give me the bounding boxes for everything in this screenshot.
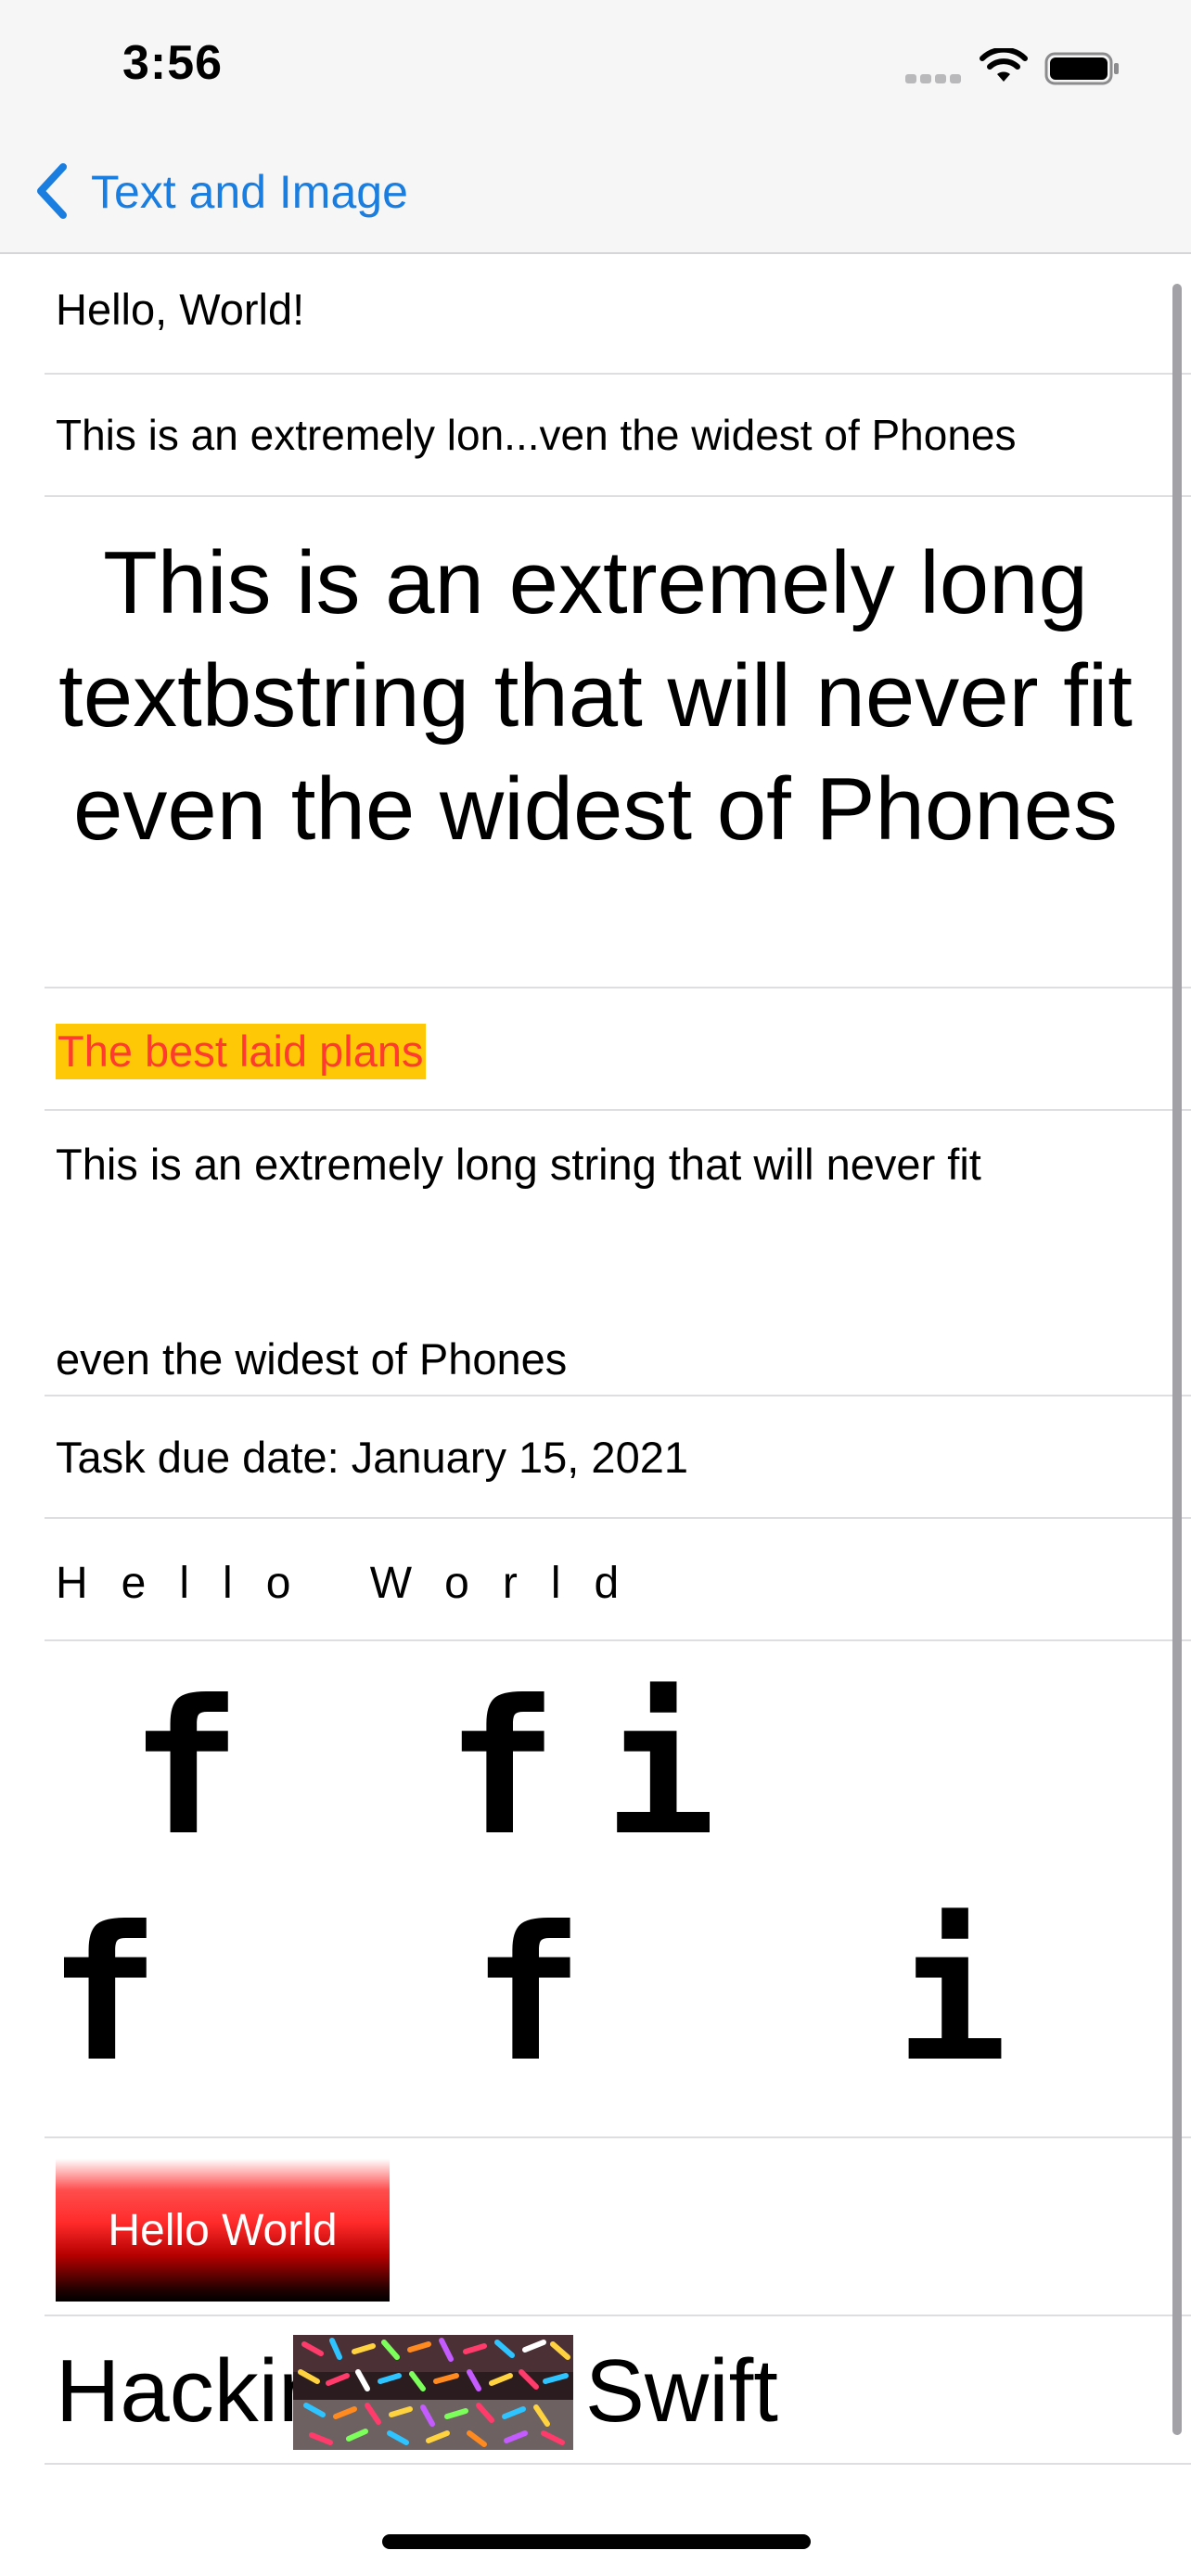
hello-text: Hello, World! bbox=[56, 285, 305, 334]
truncated-text: This is an extremely lon...ven the wides… bbox=[56, 411, 1017, 459]
battery-icon bbox=[1044, 52, 1119, 85]
list-row-large-text: This is an extremely long textbstring th… bbox=[0, 497, 1191, 988]
scroll-indicator[interactable] bbox=[1172, 284, 1182, 2435]
list-row-due-date: Task due date: January 15, 2021 bbox=[0, 1396, 1191, 1519]
content-list: Hello, World! This is an extremely lon..… bbox=[0, 256, 1191, 2465]
long-text-line-1: This is an extremely long string that wi… bbox=[56, 1140, 981, 1189]
gradient-label: Hello World bbox=[56, 2159, 390, 2302]
list-row-gradient: Hello World bbox=[0, 2138, 1191, 2316]
no-ligature-text: f f i bbox=[48, 1887, 1108, 2103]
list-row-truncated: This is an extremely lon...ven the wides… bbox=[0, 375, 1191, 497]
home-indicator[interactable] bbox=[382, 2534, 811, 2549]
chevron-left-icon[interactable] bbox=[33, 161, 70, 221]
sprinkles-image bbox=[293, 2335, 573, 2450]
highlighted-text: The best laid plans bbox=[56, 1024, 426, 1079]
due-date-text: Task due date: January 15, 2021 bbox=[56, 1433, 688, 1482]
long-text-line-2: even the widest of Phones bbox=[56, 1334, 568, 1384]
list-row-hacking-with-swift: Hacking with Swift bbox=[0, 2316, 1191, 2465]
list-row-long-text: This is an extremely long string that wi… bbox=[0, 1111, 1191, 1396]
screen: 3:56 Text and Image Hello, World! This i… bbox=[0, 0, 1191, 2576]
cellular-signal-icon bbox=[905, 70, 963, 83]
ligature-text: f fi bbox=[130, 1661, 762, 1877]
large-centered-text: This is an extremely long textbstring th… bbox=[58, 533, 1133, 859]
list-row-ligatures: f fi f f i bbox=[0, 1641, 1191, 2138]
status-time: 3:56 bbox=[122, 36, 224, 90]
list-row-hello: Hello, World! bbox=[0, 256, 1191, 375]
wifi-icon bbox=[980, 48, 1028, 82]
letter-spaced-text: Hello World bbox=[56, 1559, 653, 1608]
list-row-highlight: The best laid plans bbox=[0, 988, 1191, 1111]
top-bar: 3:56 Text and Image bbox=[0, 0, 1191, 254]
back-button[interactable]: Text and Image bbox=[91, 165, 408, 219]
list-row-spaced: Hello World bbox=[0, 1519, 1191, 1641]
